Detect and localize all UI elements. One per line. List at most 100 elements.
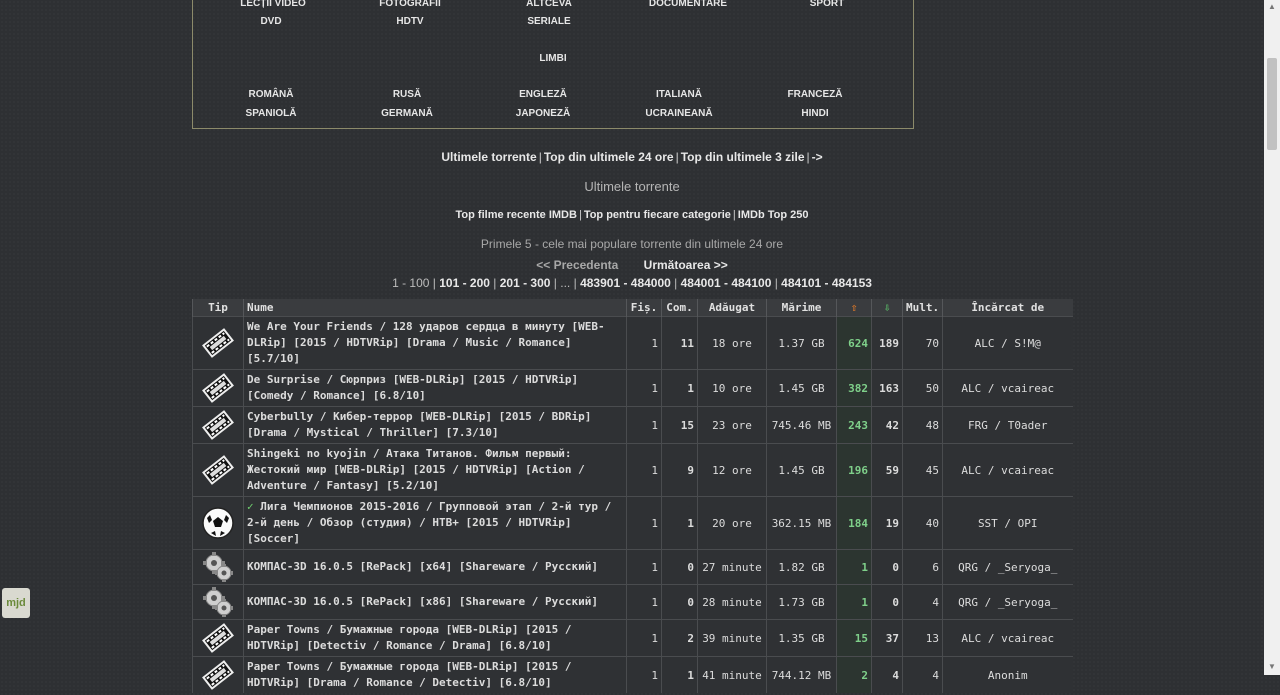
page-link[interactable]: 484101 - 484153 xyxy=(781,276,872,290)
torrent-name-cell[interactable]: Cyberbully / Кибер-террор [WEB-DLRip] [2… xyxy=(243,406,627,444)
imdb-category-link[interactable]: Top pentru fiecare categorie xyxy=(584,209,731,221)
language-link[interactable]: RUSĂ xyxy=(342,89,472,100)
uploader-cell[interactable]: SST / OPI xyxy=(942,496,1073,550)
torrent-name-cell[interactable]: De Surprise / Сюрприз [WEB-DLRip] [2015 … xyxy=(243,369,627,407)
scroll-down-icon[interactable]: ▼ xyxy=(1268,662,1276,671)
comments-cell[interactable]: 1 xyxy=(661,496,698,550)
imdb-top250-link[interactable]: IMDb Top 250 xyxy=(738,209,809,221)
scrollbar[interactable]: ▲ ▼ xyxy=(1264,0,1280,675)
torrent-name-link[interactable]: Paper Towns / Бумажные города [WEB-DLRip… xyxy=(247,623,572,652)
comments-count[interactable]: 11 xyxy=(681,337,694,350)
col-added[interactable]: Adăugat xyxy=(697,299,767,317)
category-cell[interactable] xyxy=(192,584,244,620)
col-tip[interactable]: Tip xyxy=(192,299,244,317)
language-link[interactable]: ITALIANĂ xyxy=(614,89,744,100)
category-link[interactable]: HDTV xyxy=(345,16,475,27)
torrent-name-link[interactable]: КОМПАС-3D 16.0.5 [RePack] [x86] [Sharewa… xyxy=(247,595,598,608)
category-cell[interactable] xyxy=(192,549,244,585)
category-link[interactable]: SERIALE xyxy=(484,16,614,27)
torrent-name-link[interactable]: Лига Чемпионов 2015-2016 / Групповой эта… xyxy=(247,500,611,545)
category-link[interactable]: SPORT xyxy=(762,0,892,9)
col-size[interactable]: Mărime xyxy=(766,299,837,317)
language-link[interactable]: JAPONEZĂ xyxy=(478,108,608,119)
film-icon[interactable] xyxy=(201,326,235,360)
torrent-name-cell[interactable]: Shingeki no kyojin / Атака Титанов. Филь… xyxy=(243,443,627,497)
scroll-up-icon[interactable]: ▲ xyxy=(1268,2,1276,11)
category-cell[interactable] xyxy=(192,619,244,657)
language-link[interactable]: UCRAINEANĂ xyxy=(614,108,744,119)
category-link[interactable]: FOTOGRAFII xyxy=(345,0,475,9)
col-uploader[interactable]: Încărcat de xyxy=(942,299,1073,317)
comments-count[interactable]: 15 xyxy=(681,419,694,432)
comments-cell[interactable]: 15 xyxy=(661,406,698,444)
language-link[interactable]: SPANIOLĂ xyxy=(206,108,336,119)
torrent-name-cell[interactable]: We Are Your Friends / 128 ударов сердца … xyxy=(243,316,627,370)
nav-top3days-link[interactable]: Top din ultimele 3 zile xyxy=(681,150,805,164)
comments-count[interactable]: 1 xyxy=(687,669,694,682)
language-link[interactable]: ENGLEZĂ xyxy=(478,89,608,100)
comments-cell[interactable]: 0 xyxy=(661,584,698,620)
category-cell[interactable] xyxy=(192,369,244,407)
torrent-name-link[interactable]: КОМПАС-3D 16.0.5 [RePack] [x64] [Sharewa… xyxy=(247,560,598,573)
comments-count[interactable]: 1 xyxy=(687,382,694,395)
uploader-cell[interactable]: ALC / vcaireac xyxy=(942,443,1073,497)
torrent-name-link[interactable]: De Surprise / Сюрприз [WEB-DLRip] [2015 … xyxy=(247,373,578,402)
category-cell[interactable] xyxy=(192,316,244,370)
side-widget-icon[interactable]: mjd xyxy=(2,588,30,618)
col-files[interactable]: Fiș. xyxy=(626,299,662,317)
torrent-name-link[interactable]: Cyberbully / Кибер-террор [WEB-DLRip] [2… xyxy=(247,410,591,439)
uploader-cell[interactable]: ALC / S!M@ xyxy=(942,316,1073,370)
category-link[interactable]: ALTCEVA xyxy=(484,0,614,9)
gears-icon[interactable] xyxy=(201,585,235,619)
category-cell[interactable] xyxy=(192,406,244,444)
nav-latest-link[interactable]: Ultimele torrente xyxy=(441,150,536,164)
torrent-name-link[interactable]: We Are Your Friends / 128 ударов сердца … xyxy=(247,320,605,365)
comments-cell[interactable]: 11 xyxy=(661,316,698,370)
film-icon[interactable] xyxy=(201,371,235,405)
col-seeders[interactable]: ⇧ xyxy=(836,299,872,317)
film-icon[interactable] xyxy=(201,453,235,487)
category-link[interactable]: DVD xyxy=(206,16,336,27)
comments-count[interactable]: 1 xyxy=(687,517,694,530)
comments-cell[interactable]: 0 xyxy=(661,549,698,585)
comments-cell[interactable]: 9 xyxy=(661,443,698,497)
category-cell[interactable] xyxy=(192,443,244,497)
uploader-cell[interactable]: QRG / _Seryoga_ xyxy=(942,549,1073,585)
language-link[interactable]: GERMANĂ xyxy=(342,108,472,119)
gears-icon[interactable] xyxy=(201,550,235,584)
torrent-name-cell[interactable]: КОМПАС-3D 16.0.5 [RePack] [x64] [Sharewa… xyxy=(243,549,627,585)
category-link[interactable]: LECȚII VIDEO xyxy=(208,0,338,9)
comments-count[interactable]: 0 xyxy=(687,596,694,609)
category-link[interactable]: DOCUMENTARE xyxy=(623,0,753,9)
previous-link[interactable]: << Precedenta xyxy=(536,258,618,272)
uploader-cell[interactable]: FRG / T0ader xyxy=(942,406,1073,444)
film-icon[interactable] xyxy=(201,408,235,442)
col-comments[interactable]: Com. xyxy=(661,299,698,317)
page-link[interactable]: 201 - 300 xyxy=(500,276,551,290)
language-link[interactable]: FRANCEZĂ xyxy=(750,89,880,100)
torrent-name-cell[interactable]: Paper Towns / Бумажные города [WEB-DLRip… xyxy=(243,619,627,657)
soccer-ball-icon[interactable] xyxy=(201,506,235,540)
col-leechers[interactable]: ⇩ xyxy=(871,299,903,317)
nav-more-link[interactable]: -> xyxy=(812,150,823,164)
comments-count[interactable]: 0 xyxy=(687,561,694,574)
category-cell[interactable] xyxy=(192,496,244,550)
torrent-name-link[interactable]: Shingeki no kyojin / Атака Титанов. Филь… xyxy=(247,447,585,492)
scrollbar-thumb[interactable] xyxy=(1267,58,1277,150)
language-link[interactable]: ROMÂNĂ xyxy=(206,89,336,100)
comments-cell[interactable]: 1 xyxy=(661,369,698,407)
comments-count[interactable]: 9 xyxy=(687,464,694,477)
nav-top24-link[interactable]: Top din ultimele 24 ore xyxy=(544,150,674,164)
page-link[interactable]: 484001 - 484100 xyxy=(681,276,772,290)
page-link[interactable]: 101 - 200 xyxy=(439,276,490,290)
torrent-name-cell[interactable]: КОМПАС-3D 16.0.5 [RePack] [x86] [Sharewa… xyxy=(243,584,627,620)
uploader-cell[interactable]: ALC / vcaireac xyxy=(942,619,1073,657)
col-mult[interactable]: Mult. xyxy=(902,299,943,317)
next-link[interactable]: Următoarea >> xyxy=(644,258,728,272)
language-link[interactable]: HINDI xyxy=(750,108,880,119)
film-icon[interactable] xyxy=(201,658,235,692)
page-link[interactable]: 483901 - 484000 xyxy=(580,276,671,290)
col-name[interactable]: Nume xyxy=(243,299,627,317)
comments-cell[interactable]: 2 xyxy=(661,619,698,657)
uploader-cell[interactable]: ALC / vcaireac xyxy=(942,369,1073,407)
